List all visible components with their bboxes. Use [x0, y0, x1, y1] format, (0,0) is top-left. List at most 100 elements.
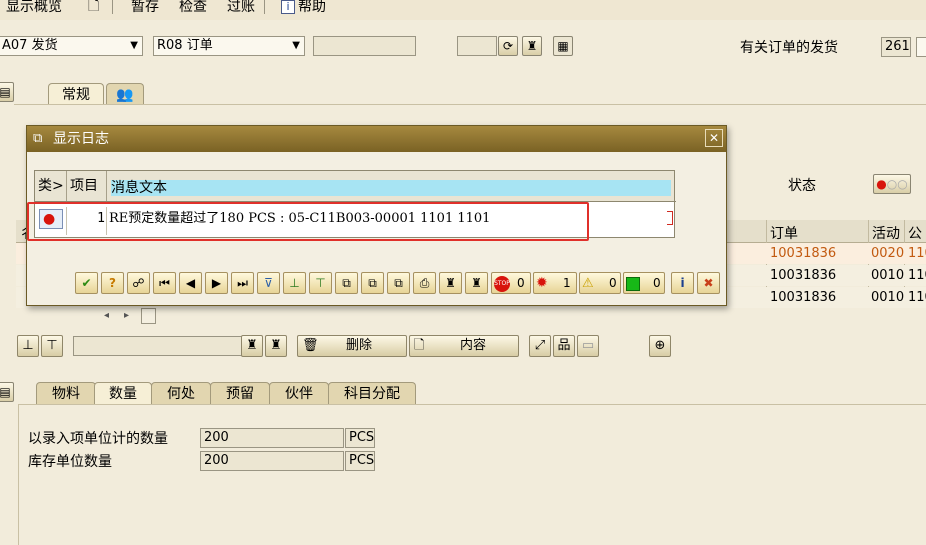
grid-icon[interactable]: ▦	[553, 36, 573, 56]
tab-label: 科目分配	[344, 386, 400, 402]
execute-icon[interactable]: ⟳	[498, 36, 518, 56]
menu-help[interactable]: 帮助	[298, 0, 326, 14]
chevron-down-icon: ▼	[292, 40, 300, 51]
error-count-button[interactable]: ✹ 1	[533, 272, 577, 294]
print-icon[interactable]: ⎙	[413, 272, 436, 294]
next-page-icon[interactable]: ▶	[205, 272, 228, 294]
tab-partner[interactable]: 伙伴	[269, 382, 329, 404]
stop-count-button[interactable]: STOP 0	[491, 272, 531, 294]
change-layout-icon[interactable]: ⧉	[361, 272, 384, 294]
select-all-icon[interactable]: ⊥	[17, 335, 39, 357]
col-type[interactable]: 类>	[35, 171, 67, 201]
help-icon[interactable]: ?	[101, 272, 124, 294]
menu-post[interactable]: 过账	[227, 0, 255, 14]
find-icon[interactable]: ♜	[439, 272, 462, 294]
base-unit-field[interactable]: PCS	[345, 451, 375, 471]
sort-descending-icon[interactable]: ⊤	[309, 272, 332, 294]
first-page-icon[interactable]: ⏮	[153, 272, 176, 294]
movement-type-extra[interactable]	[916, 37, 926, 57]
tab-label: 数量	[109, 386, 137, 402]
chevron-down-icon: ▼	[130, 40, 138, 51]
filter-icon[interactable]: ⊤	[41, 335, 63, 357]
tab-label: 物料	[52, 386, 80, 402]
stop-count: 0	[517, 276, 525, 290]
activity-cell: 0020	[871, 246, 905, 261]
item-toolbar: ⊥ ⊤ ♜ ♜ 🗑 删除 🗋 内容 ⤢ 品 ▭ ⊕	[17, 335, 717, 357]
plant-cell: 110	[908, 268, 926, 283]
expand-detail-icon[interactable]: ▤	[0, 382, 14, 402]
status-label: 状态	[788, 178, 816, 194]
entry-quantity-field[interactable]: 200	[200, 428, 344, 448]
movement-type-code[interactable]: 261	[881, 37, 911, 57]
scroll-left-icon[interactable]: ◂	[104, 310, 109, 321]
col-text: 消息文本	[111, 180, 671, 196]
tab-reservation[interactable]: 预留	[210, 382, 270, 404]
new-document-icon[interactable]: 🗋	[88, 0, 99, 13]
binoculars-icon[interactable]: ♜	[522, 36, 542, 56]
activity-cell: 0010	[871, 290, 905, 305]
tab-general[interactable]: 常规	[48, 83, 104, 105]
entry-unit-field[interactable]: PCS	[345, 428, 375, 448]
detail-tabs: 物料 数量 何处 预留 伙伴 科目分配	[36, 382, 426, 404]
reference-number-field[interactable]	[313, 36, 416, 56]
movement-type-value: A07 发货	[2, 38, 58, 53]
tab-partners[interactable]: 👥	[106, 83, 144, 105]
find-next-icon[interactable]: ♜	[465, 272, 488, 294]
scroll-right-icon[interactable]: ▸	[124, 310, 129, 321]
content-button[interactable]: 🗋 内容	[409, 335, 519, 357]
tab-label: 预留	[226, 386, 254, 402]
error-icon: ✹	[536, 275, 548, 291]
tab-quantity[interactable]: 数量	[94, 382, 152, 404]
info-icon[interactable]: i	[281, 0, 295, 14]
cancel-icon[interactable]: ✖	[697, 272, 720, 294]
col-item[interactable]: 项目	[67, 171, 107, 201]
previous-page-icon[interactable]: ◀	[179, 272, 202, 294]
success-count: 0	[653, 276, 661, 290]
warning-count: 0	[609, 276, 617, 290]
menu-display-overview[interactable]: 显示概览	[6, 0, 62, 14]
dialog-toolbar: ✔ ? ☍ ⏮ ◀ ▶ ⏭ ⊽ ⊥ ⊤ ⧉ ⧉ ⧉ ⎙ ♜ ♜ STOP 0 ✹…	[75, 272, 725, 294]
tab-where[interactable]: 何处	[151, 382, 211, 404]
reference-item-field[interactable]	[457, 36, 497, 56]
expand-all-icon[interactable]: ⤢	[529, 335, 551, 357]
find-next-icon[interactable]: ♜	[265, 335, 287, 357]
related-label: 有关订单的发货	[740, 40, 838, 56]
delete-label: 删除	[346, 338, 373, 353]
close-icon[interactable]: ✕	[705, 129, 723, 147]
add-line-icon[interactable]: ⊕	[649, 335, 671, 357]
menu-hold[interactable]: 暂存	[131, 0, 159, 14]
hierarchy-icon[interactable]: 品	[553, 335, 575, 357]
layout-icon[interactable]: ⧉	[335, 272, 358, 294]
find-icon[interactable]: ♜	[241, 335, 263, 357]
item-search-field[interactable]	[73, 336, 256, 356]
technical-info-icon[interactable]: ☍	[127, 272, 150, 294]
reference-select[interactable]: R08 订单 ▼	[153, 36, 305, 56]
col-order: 订单	[770, 226, 798, 242]
info-icon[interactable]: i	[671, 272, 694, 294]
last-page-icon[interactable]: ⏭	[231, 272, 254, 294]
warning-count-button[interactable]: ⚠ 0	[579, 272, 621, 294]
save-layout-icon[interactable]: ⧉	[387, 272, 410, 294]
filter-icon[interactable]: ⊽	[257, 272, 280, 294]
sort-ascending-icon[interactable]: ⊥	[283, 272, 306, 294]
header-tabs: 常规 👥	[30, 83, 150, 105]
delete-button[interactable]: 🗑 删除	[297, 335, 407, 357]
expand-section-icon[interactable]: ▤	[0, 82, 14, 102]
col-plant: 公	[908, 226, 922, 242]
delete-items-icon[interactable]: ▭	[577, 335, 599, 357]
menu-separator	[112, 0, 113, 14]
confirm-icon[interactable]: ✔	[75, 272, 98, 294]
tab-material[interactable]: 物料	[36, 382, 96, 404]
activity-cell: 0010	[871, 268, 905, 283]
col-text-header[interactable]: 消息文本	[107, 171, 674, 201]
menu-check[interactable]: 检查	[179, 0, 207, 14]
scroll-thumb[interactable]	[141, 308, 156, 324]
base-quantity-field[interactable]: 200	[200, 451, 344, 471]
movement-type-select[interactable]: A07 发货 ▼	[0, 36, 143, 56]
tab-account-assignment[interactable]: 科目分配	[328, 382, 416, 404]
dialog-icon: ⧉	[33, 131, 43, 146]
plant-cell: 110	[908, 246, 926, 261]
tab-general-label: 常规	[62, 87, 90, 103]
highlight-box	[27, 202, 589, 241]
success-count-button[interactable]: 0	[623, 272, 665, 294]
